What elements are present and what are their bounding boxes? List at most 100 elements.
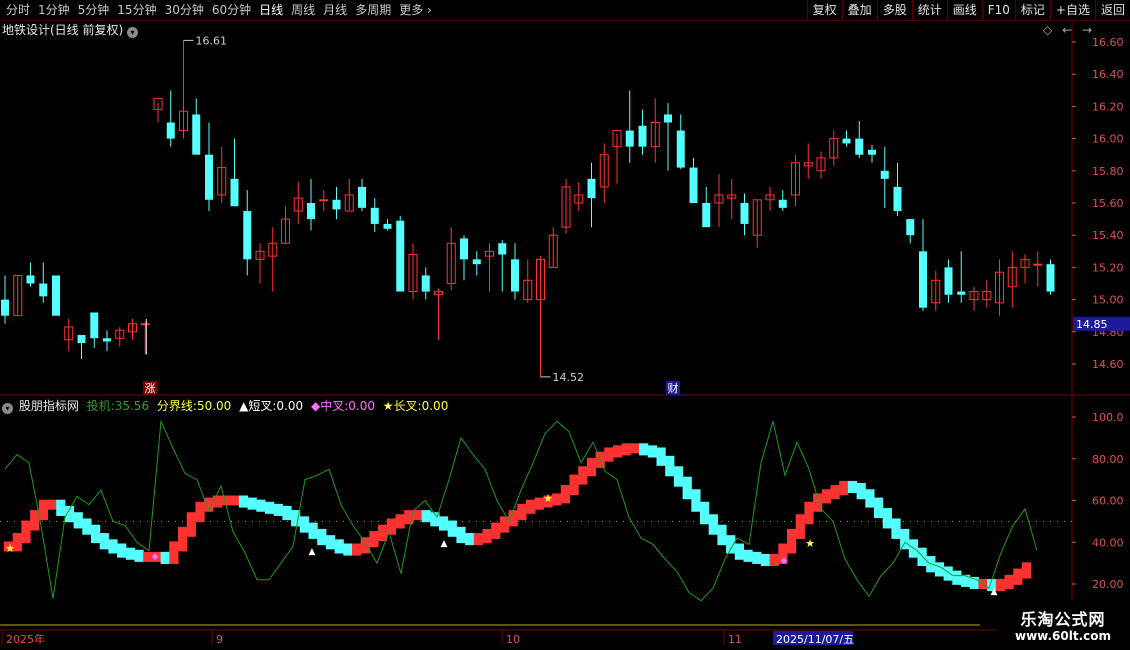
candle-40: [511, 243, 519, 300]
fenjie-label: 分界线:: [156, 399, 197, 413]
arrow-right-icon[interactable]: →: [1082, 23, 1092, 37]
candle-24: [307, 178, 315, 231]
candle-34: [434, 288, 443, 340]
ribbon-seg-95: [830, 485, 840, 500]
toolbar-button-2[interactable]: 多股: [876, 0, 912, 20]
candle-body-48: [612, 130, 622, 148]
ribbon-seg-117: [1021, 562, 1032, 579]
candle-body-28: [358, 186, 366, 208]
candle-73: [931, 270, 941, 311]
ribbon-seg-87: [760, 553, 771, 567]
candle-body-43: [548, 234, 558, 268]
tab-period-2[interactable]: 5分钟: [74, 0, 114, 20]
ribbon-seg-77: [673, 466, 684, 487]
top-toolbar: 分时 1分钟 5分钟 15分钟 30分钟 60分钟 日线 周线 月线 多周期 更多 › 复权 叠加 多股…: [0, 0, 1130, 21]
ribbon-seg-94: [821, 489, 831, 504]
candle-0: [1, 275, 9, 324]
candle-body-51: [650, 122, 660, 148]
ribbon-seg-107: [934, 562, 945, 577]
candle-body-5: [64, 326, 74, 341]
tab-period-9[interactable]: 多周期: [351, 0, 395, 20]
candle-body-60: [765, 194, 775, 201]
price-tick-label-4: 15.80: [1092, 165, 1124, 178]
duancha-value: 0.00: [276, 399, 304, 413]
tab-period-8[interactable]: 月线: [319, 0, 351, 20]
ribbon-seg-35: [308, 522, 318, 539]
tab-period-4[interactable]: 30分钟: [161, 0, 208, 20]
candle-65: [829, 130, 839, 166]
ribbon-seg-16: [143, 551, 153, 562]
ribbon-seg-65: [569, 474, 579, 496]
ribbon-seg-108: [943, 566, 953, 581]
candle-body-76: [969, 291, 979, 301]
price-tick-label-6: 15.40: [1092, 229, 1124, 242]
tab-period-1[interactable]: 1分钟: [34, 0, 74, 20]
candle-body-39: [498, 243, 507, 255]
ribbon-seg-39: [343, 543, 353, 556]
ribbon-seg-116: [1013, 568, 1023, 585]
candle-46: [587, 162, 596, 228]
candle-body-64: [816, 157, 826, 172]
candle-36: [460, 235, 468, 281]
marker-cai-label: 财: [668, 381, 679, 395]
candle-body-79: [1007, 266, 1017, 288]
candle-42: [536, 256, 545, 377]
candle-26: [332, 186, 341, 220]
candle-12: [153, 97, 163, 123]
candle-56: [714, 174, 724, 228]
ribbon-seg-33: [291, 510, 301, 527]
time-label-0: 2025年: [6, 632, 45, 646]
ribbon-seg-8: [73, 512, 83, 529]
toolbar-button-3[interactable]: 统计: [911, 0, 947, 20]
ribbon-seg-100: [874, 497, 884, 519]
candle-47: [599, 143, 609, 203]
toolbar-button-5[interactable]: F10: [981, 0, 1015, 20]
chevron-down-icon[interactable]: ▾: [127, 27, 139, 38]
low-annotation-label: 14.52: [553, 371, 585, 384]
ribbon-seg-5: [47, 499, 57, 510]
candle-59: [752, 199, 762, 249]
toolbar-button-6[interactable]: 标记: [1014, 0, 1050, 20]
tab-period-5[interactable]: 60分钟: [208, 0, 255, 20]
candle-35: [446, 227, 456, 290]
ribbon-seg-24: [212, 495, 222, 508]
candle-20: [255, 243, 265, 284]
tab-period-3[interactable]: 15分钟: [113, 0, 160, 20]
chart-canvas[interactable]: 16.60 16.40 16.20 16.00 15.80 15.60 15.40 15.20…: [0, 0, 1130, 650]
candle-body-35: [446, 242, 456, 284]
candle-76: [969, 286, 979, 311]
toolbar-button-8[interactable]: 返回: [1094, 0, 1130, 20]
more-button[interactable]: 更多 ›: [395, 0, 436, 20]
candle-49: [625, 90, 634, 163]
watermark-line2: www.60lt.com: [1014, 629, 1112, 643]
tab-period-0[interactable]: 分时: [2, 0, 34, 20]
toolbar-button-7[interactable]: +自选: [1049, 0, 1095, 20]
toolbar-button-0[interactable]: 复权: [806, 0, 842, 20]
ribbon-seg-48: [421, 510, 431, 523]
marker-zhang-box: [143, 381, 157, 395]
tab-period-6[interactable]: 日线: [255, 0, 287, 20]
candle-80: [1020, 254, 1030, 284]
ribbon-seg-44: [386, 518, 396, 535]
cursor-date-label: 2025/11/07/五: [776, 633, 854, 646]
tab-period-7[interactable]: 周线: [287, 0, 319, 20]
candle-6: [77, 335, 86, 360]
fenjie-value: 50.00: [196, 399, 232, 413]
candle-23: [293, 182, 303, 224]
candle-body-56: [714, 194, 724, 204]
chevron-down-icon[interactable]: ▾: [2, 403, 13, 414]
indicator-name: 股朋指标网: [18, 399, 79, 413]
toolbar-button-4[interactable]: 画线: [946, 0, 982, 20]
diamond-icon[interactable]: ◇: [1043, 23, 1052, 37]
ribbon-seg-14: [125, 547, 135, 560]
candle-body-15: [192, 114, 201, 155]
candle-79: [1007, 251, 1017, 308]
ribbon-seg-96: [839, 480, 849, 496]
candle-75: [957, 251, 966, 303]
ribbon-seg-17: [151, 551, 162, 562]
arrow-left-icon[interactable]: ←: [1062, 23, 1072, 37]
candle-62: [791, 154, 800, 207]
candle-18: [230, 138, 239, 207]
candle-41: [523, 259, 533, 303]
toolbar-button-1[interactable]: 叠加: [841, 0, 877, 20]
